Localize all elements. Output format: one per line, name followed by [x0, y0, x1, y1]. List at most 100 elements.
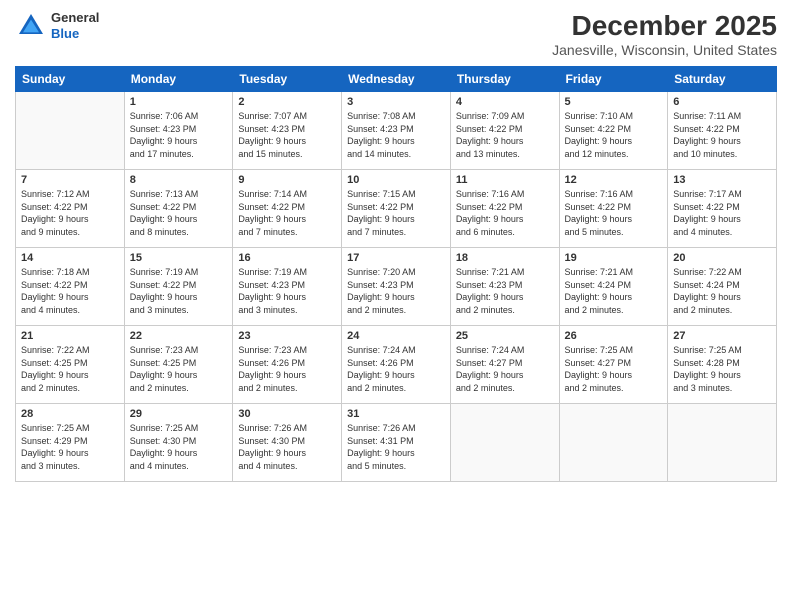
calendar-cell: 6 Sunrise: 7:11 AM Sunset: 4:22 PM Daylig…	[668, 92, 777, 170]
calendar-cell: 26 Sunrise: 7:25 AM Sunset: 4:27 PM Dayli…	[559, 326, 668, 404]
day-info: Sunrise: 7:15 AM Sunset: 4:22 PM Dayligh…	[347, 188, 445, 238]
calendar-cell: 29Sunrise: 7:25 AM Sunset: 4:30 PM Dayli…	[124, 404, 233, 482]
day-info: Sunrise: 7:17 AM Sunset: 4:22 PM Dayligh…	[673, 188, 771, 238]
calendar-cell: 25 Sunrise: 7:24 AM Sunset: 4:27 PM Dayli…	[450, 326, 559, 404]
day-of-week-header: Sunday	[16, 67, 125, 92]
calendar-cell: 14 Sunrise: 7:18 AM Sunset: 4:22 PM Dayli…	[16, 248, 125, 326]
day-info: Sunrise: 7:21 AM Sunset: 4:24 PM Dayligh…	[565, 266, 663, 316]
day-of-week-header: Friday	[559, 67, 668, 92]
day-number: 15	[130, 252, 228, 264]
day-info: Sunrise: 7:16 AM Sunset: 4:22 PM Dayligh…	[565, 188, 663, 238]
calendar-cell: 20 Sunrise: 7:22 AM Sunset: 4:24 PM Dayli…	[668, 248, 777, 326]
day-info: Sunrise: 7:22 AM Sunset: 4:24 PM Dayligh…	[673, 266, 771, 316]
day-info: Sunrise: 7:26 AM Sunset: 4:31 PM Dayligh…	[347, 422, 445, 472]
day-info: Sunrise: 7:20 AM Sunset: 4:23 PM Dayligh…	[347, 266, 445, 316]
day-number: 17	[347, 252, 445, 264]
day-info: Sunrise: 7:21 AM Sunset: 4:23 PM Dayligh…	[456, 266, 554, 316]
calendar-cell: 4 Sunrise: 7:09 AM Sunset: 4:22 PM Daylig…	[450, 92, 559, 170]
day-number: 13	[673, 174, 771, 186]
calendar-week-row: 1Sunrise: 7:06 AM Sunset: 4:23 PM Daylig…	[16, 92, 777, 170]
page: General Blue December 2025 Janesville, W…	[0, 0, 792, 612]
day-number: 23	[238, 330, 336, 342]
calendar-cell: 22 Sunrise: 7:23 AM Sunset: 4:25 PM Dayli…	[124, 326, 233, 404]
day-info: Sunrise: 7:08 AM Sunset: 4:23 PM Dayligh…	[347, 110, 445, 160]
calendar-cell: 16Sunrise: 7:19 AM Sunset: 4:23 PM Dayli…	[233, 248, 342, 326]
day-number: 18	[456, 252, 554, 264]
day-number: 10	[347, 174, 445, 186]
day-of-week-header: Tuesday	[233, 67, 342, 92]
calendar-cell: 28 Sunrise: 7:25 AM Sunset: 4:29 PM Dayli…	[16, 404, 125, 482]
day-info: Sunrise: 7:19 AM Sunset: 4:22 PM Dayligh…	[130, 266, 228, 316]
day-of-week-header: Wednesday	[342, 67, 451, 92]
day-number: 22	[130, 330, 228, 342]
calendar-cell: 19 Sunrise: 7:21 AM Sunset: 4:24 PM Dayli…	[559, 248, 668, 326]
day-number: 4	[456, 96, 554, 108]
day-number: 30	[238, 408, 336, 420]
header: General Blue December 2025 Janesville, W…	[15, 10, 777, 58]
calendar-cell: 12 Sunrise: 7:16 AM Sunset: 4:22 PM Dayli…	[559, 170, 668, 248]
calendar-cell: 11 Sunrise: 7:16 AM Sunset: 4:22 PM Dayli…	[450, 170, 559, 248]
calendar-cell: 27Sunrise: 7:25 AM Sunset: 4:28 PM Dayli…	[668, 326, 777, 404]
calendar-cell: 15 Sunrise: 7:19 AM Sunset: 4:22 PM Dayli…	[124, 248, 233, 326]
day-number: 26	[565, 330, 663, 342]
day-info: Sunrise: 7:09 AM Sunset: 4:22 PM Dayligh…	[456, 110, 554, 160]
calendar-cell	[668, 404, 777, 482]
calendar-cell	[16, 92, 125, 170]
calendar-cell: 9Sunrise: 7:14 AM Sunset: 4:22 PM Daylig…	[233, 170, 342, 248]
calendar-cell: 23 Sunrise: 7:23 AM Sunset: 4:26 PM Dayli…	[233, 326, 342, 404]
title-section: December 2025 Janesville, Wisconsin, Uni…	[552, 10, 777, 58]
day-number: 25	[456, 330, 554, 342]
calendar-cell: 5 Sunrise: 7:10 AM Sunset: 4:22 PM Daylig…	[559, 92, 668, 170]
day-info: Sunrise: 7:07 AM Sunset: 4:23 PM Dayligh…	[238, 110, 336, 160]
day-number: 28	[21, 408, 119, 420]
day-info: Sunrise: 7:13 AM Sunset: 4:22 PM Dayligh…	[130, 188, 228, 238]
day-info: Sunrise: 7:24 AM Sunset: 4:27 PM Dayligh…	[456, 344, 554, 394]
day-number: 11	[456, 174, 554, 186]
calendar-cell: 1Sunrise: 7:06 AM Sunset: 4:23 PM Daylig…	[124, 92, 233, 170]
day-number: 21	[21, 330, 119, 342]
calendar-cell: 10 Sunrise: 7:15 AM Sunset: 4:22 PM Dayli…	[342, 170, 451, 248]
day-number: 9	[238, 174, 336, 186]
logo-line2: Blue	[51, 26, 99, 42]
day-number: 2	[238, 96, 336, 108]
calendar-cell: 31 Sunrise: 7:26 AM Sunset: 4:31 PM Dayli…	[342, 404, 451, 482]
day-info: Sunrise: 7:22 AM Sunset: 4:25 PM Dayligh…	[21, 344, 119, 394]
day-info: Sunrise: 7:26 AM Sunset: 4:30 PM Dayligh…	[238, 422, 336, 472]
calendar-cell: 7Sunrise: 7:12 AM Sunset: 4:22 PM Daylig…	[16, 170, 125, 248]
day-number: 29	[130, 408, 228, 420]
day-number: 19	[565, 252, 663, 264]
day-info: Sunrise: 7:23 AM Sunset: 4:25 PM Dayligh…	[130, 344, 228, 394]
day-info: Sunrise: 7:23 AM Sunset: 4:26 PM Dayligh…	[238, 344, 336, 394]
calendar-header-row: SundayMondayTuesdayWednesdayThursdayFrid…	[16, 67, 777, 92]
day-info: Sunrise: 7:25 AM Sunset: 4:29 PM Dayligh…	[21, 422, 119, 472]
day-number: 8	[130, 174, 228, 186]
calendar-table: SundayMondayTuesdayWednesdayThursdayFrid…	[15, 66, 777, 482]
day-number: 14	[21, 252, 119, 264]
day-number: 31	[347, 408, 445, 420]
calendar-cell: 2 Sunrise: 7:07 AM Sunset: 4:23 PM Daylig…	[233, 92, 342, 170]
calendar-cell: 13 Sunrise: 7:17 AM Sunset: 4:22 PM Dayli…	[668, 170, 777, 248]
day-number: 1	[130, 96, 228, 108]
day-number: 20	[673, 252, 771, 264]
day-number: 7	[21, 174, 119, 186]
day-of-week-header: Thursday	[450, 67, 559, 92]
day-info: Sunrise: 7:24 AM Sunset: 4:26 PM Dayligh…	[347, 344, 445, 394]
calendar-cell: 24 Sunrise: 7:24 AM Sunset: 4:26 PM Dayli…	[342, 326, 451, 404]
day-number: 6	[673, 96, 771, 108]
logo-icon	[15, 10, 47, 42]
calendar-cell: 30 Sunrise: 7:26 AM Sunset: 4:30 PM Dayli…	[233, 404, 342, 482]
day-number: 27	[673, 330, 771, 342]
day-number: 24	[347, 330, 445, 342]
logo-line1: General	[51, 10, 99, 26]
day-info: Sunrise: 7:25 AM Sunset: 4:27 PM Dayligh…	[565, 344, 663, 394]
day-info: Sunrise: 7:18 AM Sunset: 4:22 PM Dayligh…	[21, 266, 119, 316]
logo-text: General Blue	[51, 10, 99, 41]
day-number: 12	[565, 174, 663, 186]
day-info: Sunrise: 7:11 AM Sunset: 4:22 PM Dayligh…	[673, 110, 771, 160]
calendar-week-row: 28 Sunrise: 7:25 AM Sunset: 4:29 PM Dayli…	[16, 404, 777, 482]
day-info: Sunrise: 7:16 AM Sunset: 4:22 PM Dayligh…	[456, 188, 554, 238]
day-number: 5	[565, 96, 663, 108]
calendar-cell: 3Sunrise: 7:08 AM Sunset: 4:23 PM Daylig…	[342, 92, 451, 170]
calendar-cell: 18 Sunrise: 7:21 AM Sunset: 4:23 PM Dayli…	[450, 248, 559, 326]
day-info: Sunrise: 7:10 AM Sunset: 4:22 PM Dayligh…	[565, 110, 663, 160]
